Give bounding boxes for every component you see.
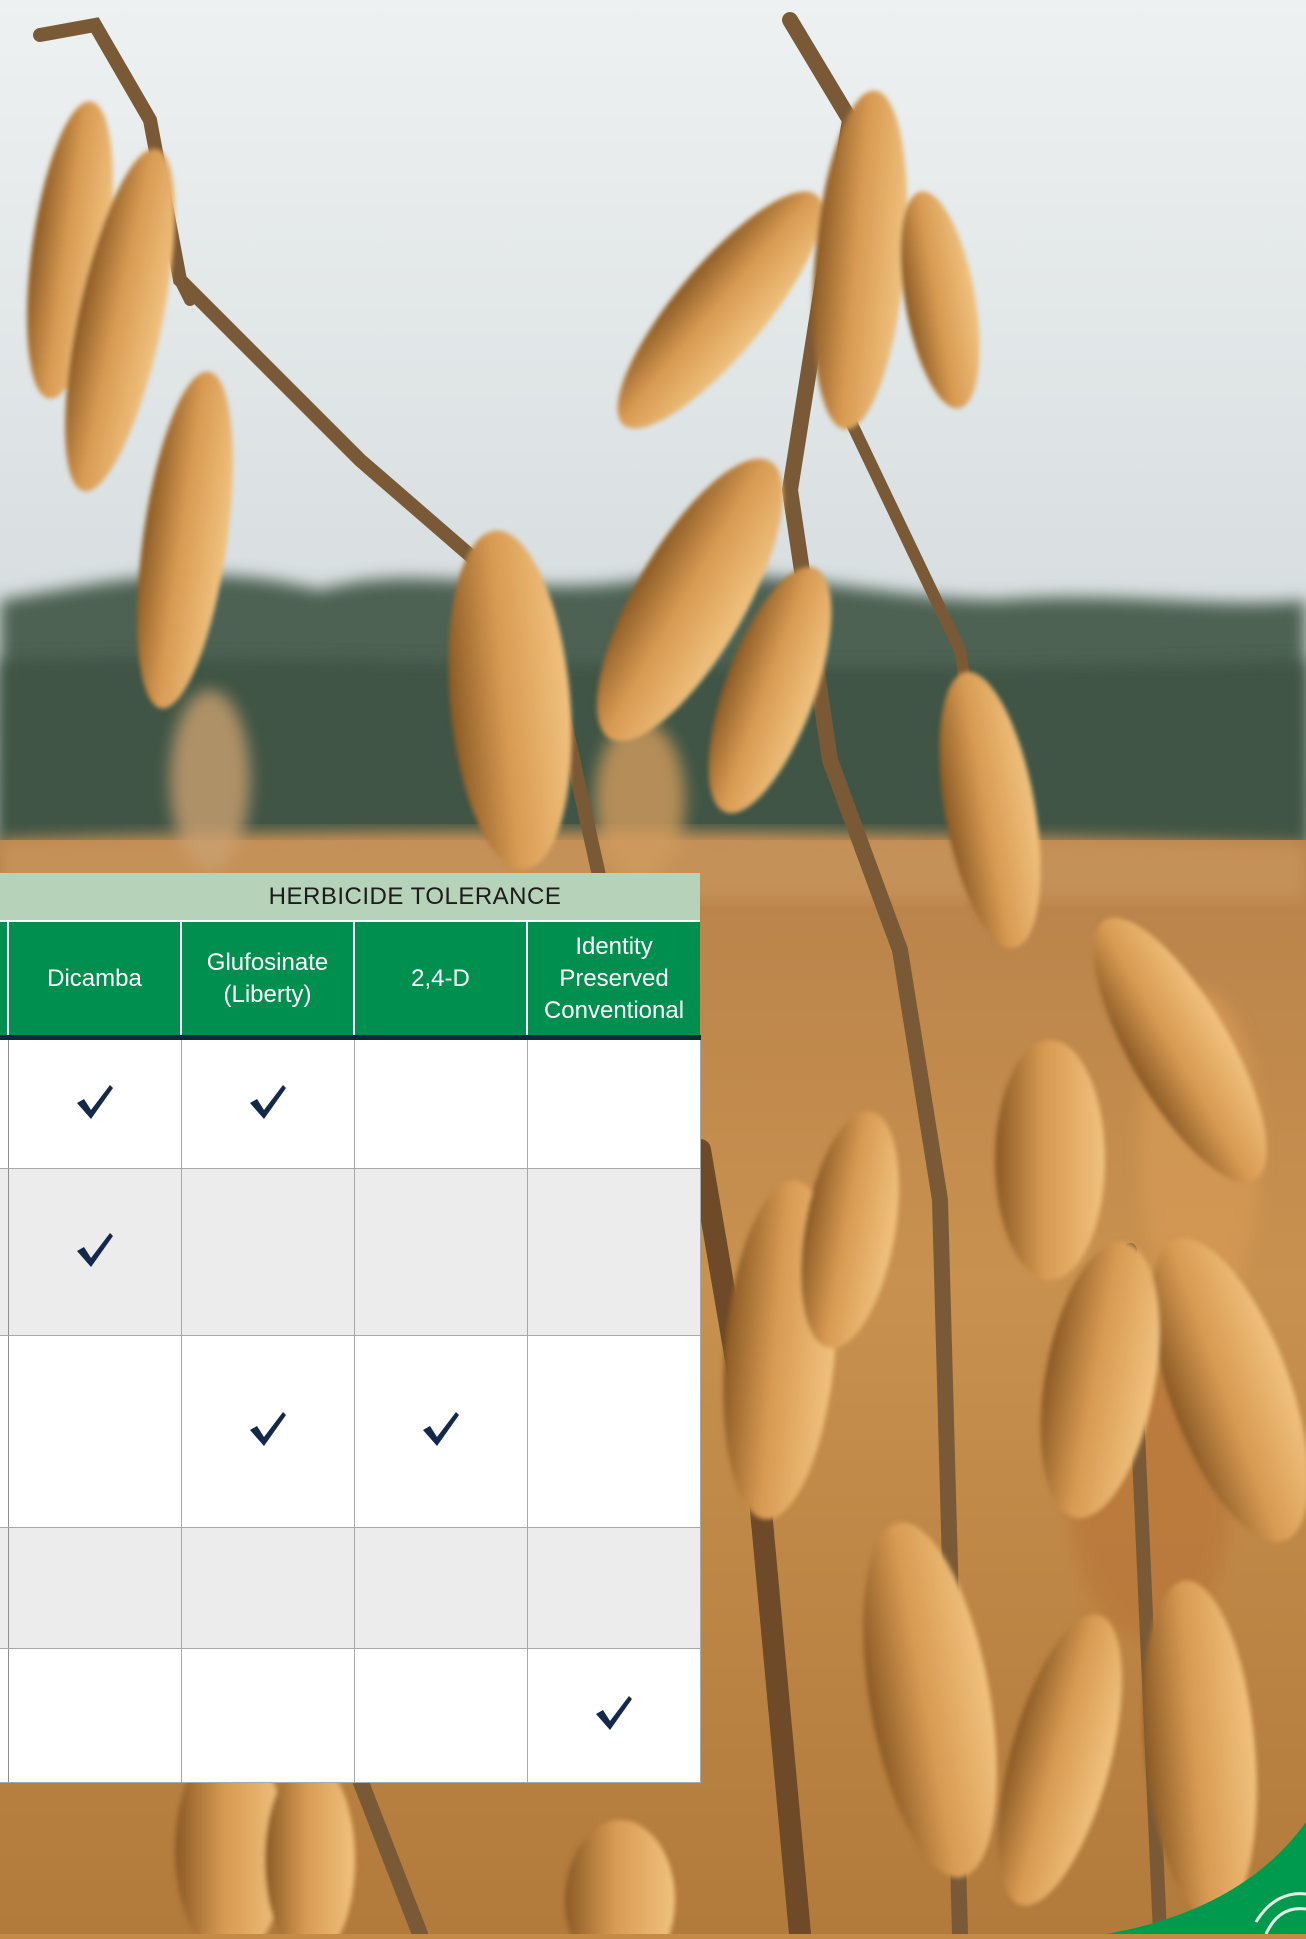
herbicide-tolerance-table: HERBICIDE TOLERANCE Dicamba Glufosinate(… <box>0 873 701 1783</box>
table-row <box>0 1037 701 1169</box>
table-cell <box>181 1037 355 1169</box>
column-header-row: Dicamba Glufosinate (Liberty) 2,4-D Ident… <box>0 921 701 1040</box>
table-cell <box>354 1335 528 1528</box>
table-cell <box>527 1648 701 1783</box>
column-header-dicamba: Dicamba <box>8 921 182 1040</box>
table-cell <box>181 1335 355 1528</box>
table-cell <box>354 1527 528 1649</box>
table-row <box>0 1335 701 1528</box>
table-cell <box>181 1527 355 1649</box>
row-stub-cell <box>0 1527 9 1649</box>
table-cell <box>8 1037 182 1169</box>
table-cell <box>354 1648 528 1783</box>
table-cell <box>8 1648 182 1783</box>
row-stub-cell <box>0 1168 9 1336</box>
check-icon <box>248 1410 288 1448</box>
column-header-identity-preserved: Identity Preserved Conventional <box>527 921 701 1040</box>
row-stub-cell <box>0 1648 9 1783</box>
table-row <box>0 1648 701 1783</box>
check-icon <box>421 1410 461 1448</box>
row-stub-cell <box>0 1037 9 1169</box>
table-cell <box>354 1037 528 1169</box>
table-row <box>0 1527 701 1649</box>
check-icon <box>75 1083 115 1121</box>
table-cell <box>181 1168 355 1336</box>
table-cell <box>527 1168 701 1336</box>
table-cell <box>8 1168 182 1336</box>
row-stub-cell <box>0 1335 9 1528</box>
table-cell <box>8 1527 182 1649</box>
table-band-header: HERBICIDE TOLERANCE <box>0 873 701 922</box>
column-header-stub <box>0 921 9 1040</box>
table-row <box>0 1168 701 1336</box>
column-header-glufosinate: Glufosinate (Liberty) <box>181 921 355 1040</box>
check-icon <box>248 1083 288 1121</box>
band-title: HERBICIDE TOLERANCE <box>268 882 562 910</box>
column-header-24d: 2,4-D <box>354 921 528 1040</box>
table-cell <box>527 1527 701 1649</box>
table-cell <box>354 1168 528 1336</box>
table-cell <box>8 1335 182 1528</box>
table-cell <box>181 1648 355 1783</box>
brand-corner-swoosh <box>1106 1812 1306 1935</box>
table-cell <box>527 1037 701 1169</box>
check-icon <box>75 1231 115 1269</box>
table-cell <box>527 1335 701 1528</box>
check-icon <box>594 1694 634 1732</box>
